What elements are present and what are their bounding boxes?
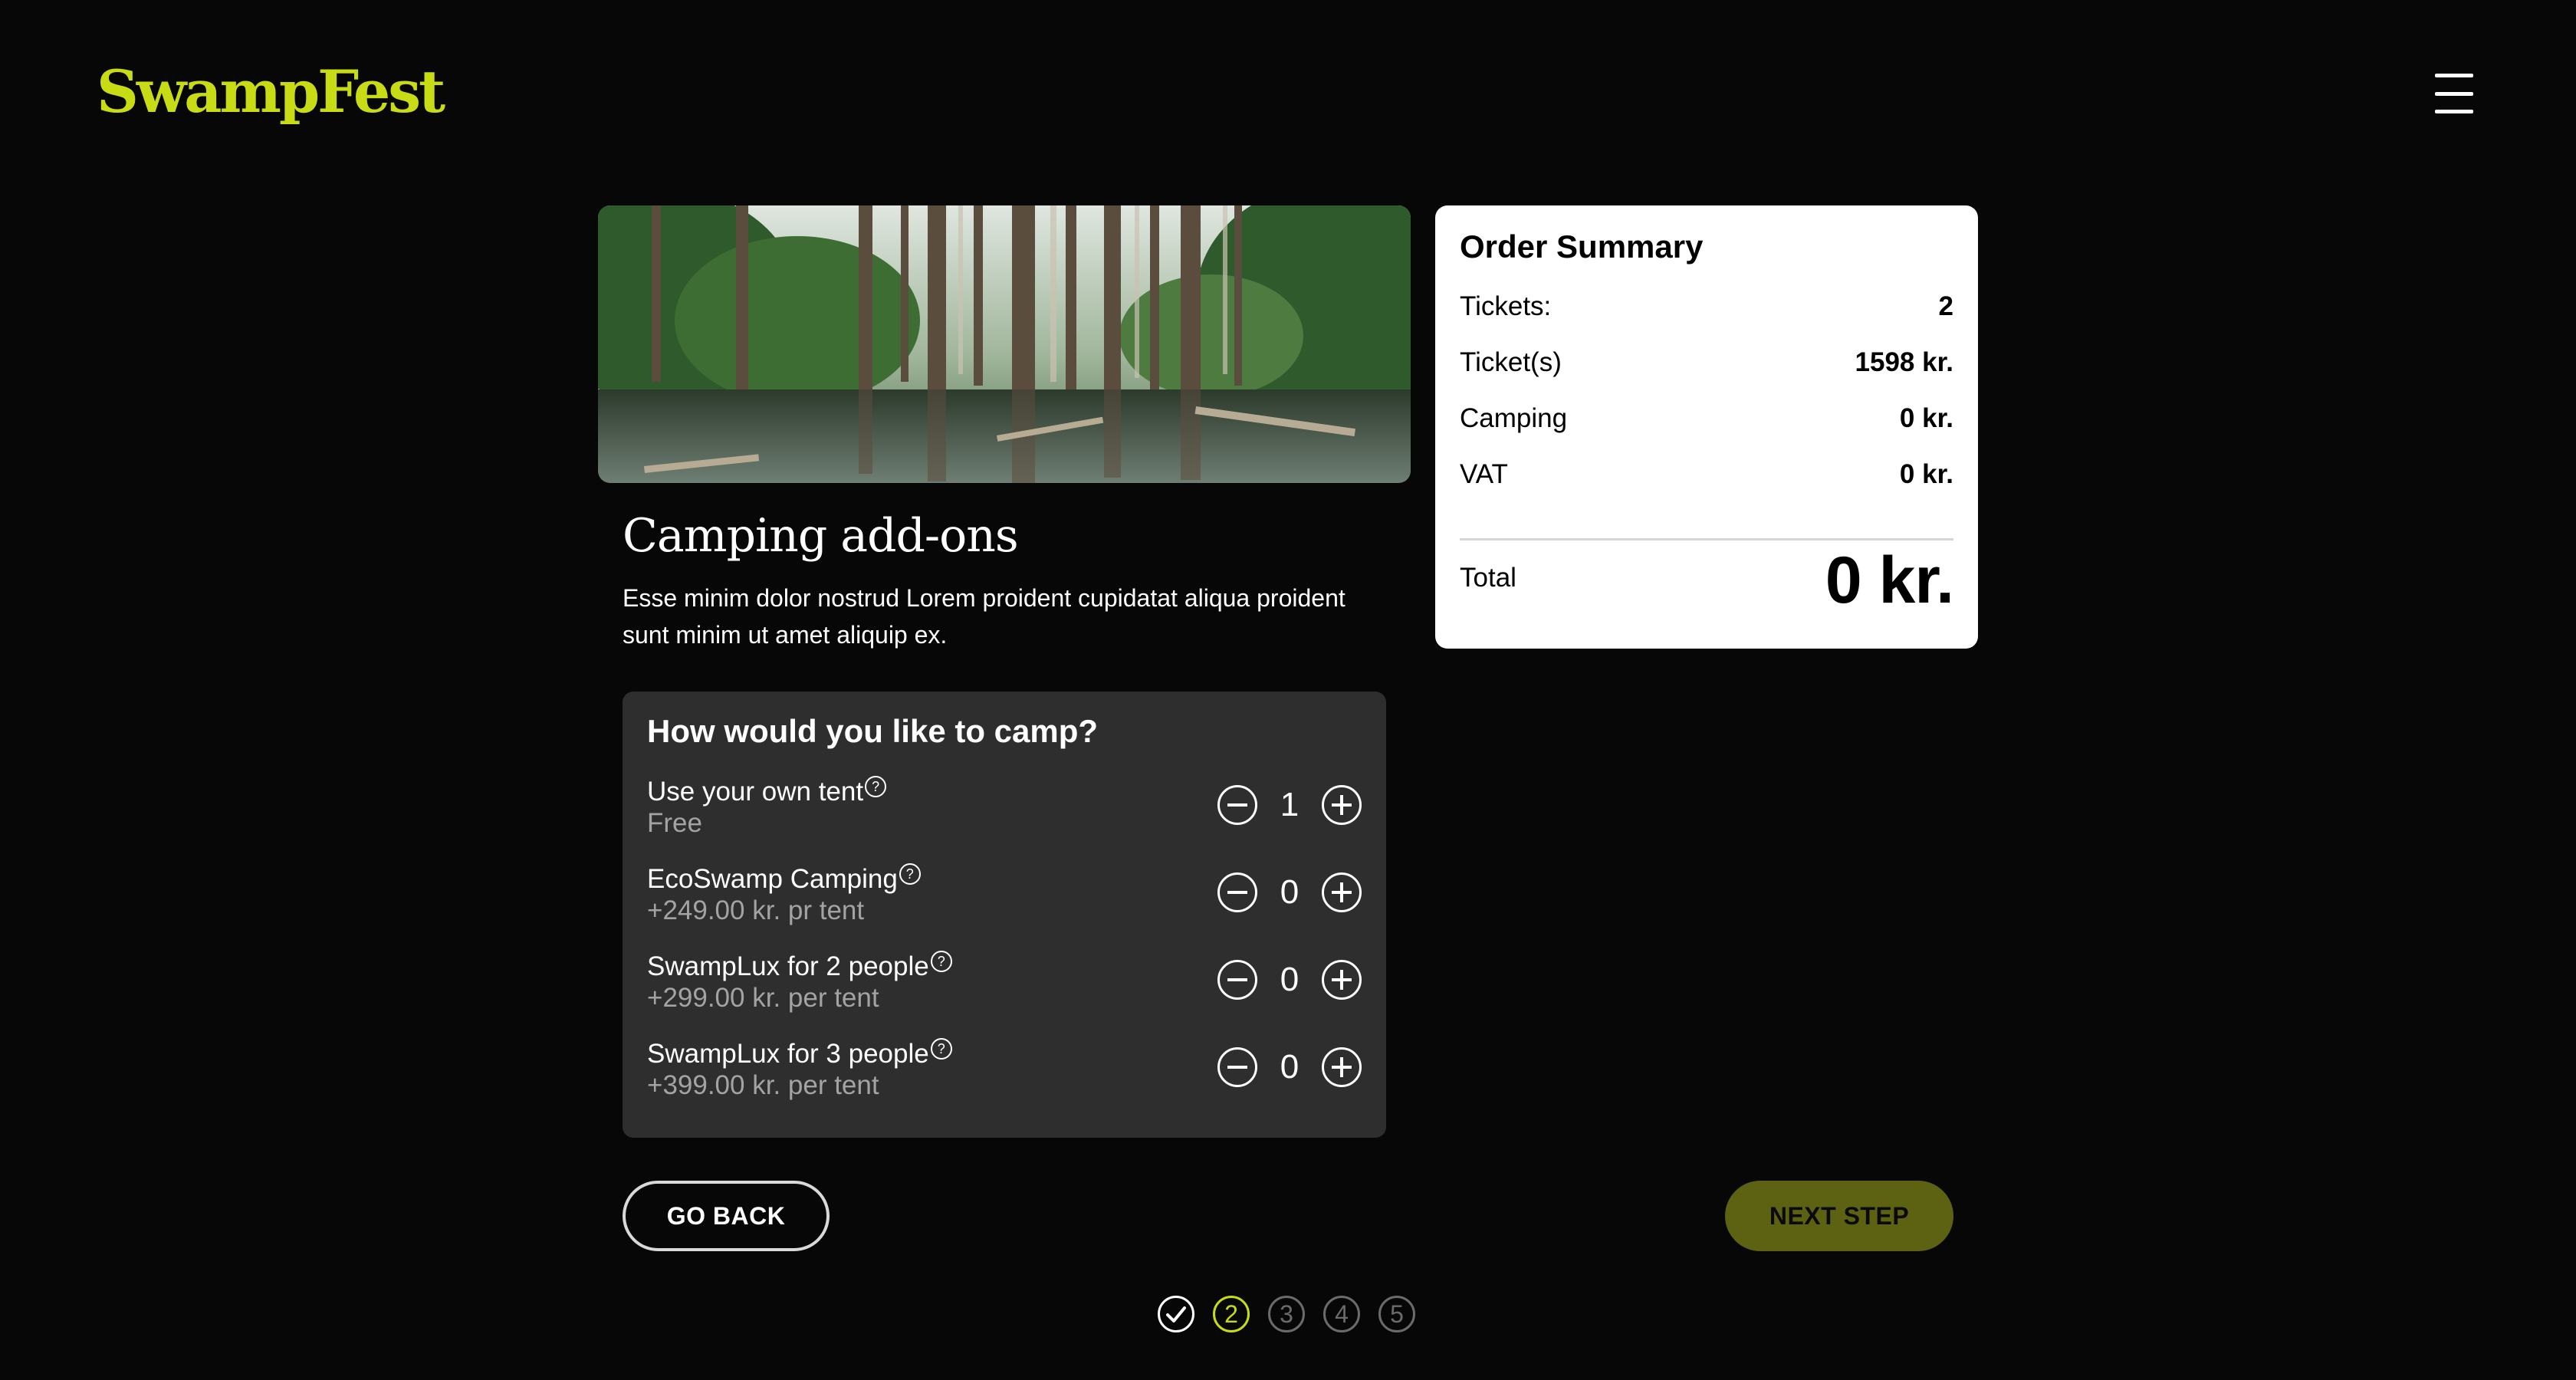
total-value: 0 kr. [1825, 544, 1954, 617]
summary-row-vat: VAT 0 kr. [1460, 459, 1953, 498]
summary-value: 1598 kr. [1855, 347, 1953, 377]
hamburger-menu-icon[interactable] [2435, 74, 2473, 113]
increment-icon[interactable] [1322, 960, 1362, 1000]
summary-row-camping: Camping 0 kr. [1460, 403, 1953, 442]
decrement-icon[interactable] [1217, 785, 1257, 825]
summary-row-tickets-count: Tickets: 2 [1460, 291, 1953, 330]
summary-row-tickets-price: Ticket(s) 1598 kr. [1460, 347, 1953, 386]
option-name: Use your own tent [647, 777, 864, 807]
camping-option-swamplux-2: SwampLux for 2 people? +299.00 kr. per t… [647, 951, 1362, 1024]
summary-value: 2 [1938, 291, 1953, 321]
quantity-value: 0 [1280, 961, 1300, 998]
section-description: Esse minim dolor nostrud Lorem proident … [623, 584, 1346, 649]
camping-panel-title: How would you like to camp? [647, 713, 1099, 749]
quantity-stepper: 1 [1217, 785, 1362, 831]
quantity-value: 0 [1280, 1048, 1300, 1086]
increment-icon[interactable] [1322, 785, 1362, 825]
camping-option-swamplux-3: SwampLux for 3 people? +399.00 kr. per t… [647, 1038, 1362, 1112]
quantity-stepper: 0 [1217, 1047, 1362, 1093]
increment-icon[interactable] [1322, 872, 1362, 912]
swamp-forest-illustration [598, 205, 1411, 483]
step-4: 4 [1323, 1296, 1360, 1332]
camping-option-price: Free [647, 808, 702, 838]
option-name: SwampLux for 3 people [647, 1039, 929, 1069]
help-icon[interactable]: ? [899, 863, 921, 885]
quantity-value: 1 [1280, 786, 1300, 823]
menu-line [2435, 110, 2473, 113]
checkmark-icon [1166, 1306, 1186, 1322]
camping-option-price: +249.00 kr. pr tent [647, 895, 865, 925]
quantity-stepper: 0 [1217, 872, 1362, 918]
step-1-completed [1158, 1296, 1194, 1332]
step-5: 5 [1378, 1296, 1415, 1332]
order-summary-card: Order Summary Tickets: 2 Ticket(s) 1598 … [1435, 205, 1978, 649]
camping-option-label: SwampLux for 2 people? [647, 951, 952, 982]
camping-option-price: +299.00 kr. per tent [647, 983, 879, 1013]
summary-label: VAT [1460, 459, 1508, 489]
menu-line [2435, 74, 2473, 77]
decrement-icon[interactable] [1217, 1047, 1257, 1087]
menu-line [2435, 91, 2473, 96]
swampfest-logo[interactable]: SwampFest [97, 63, 445, 121]
help-icon[interactable]: ? [930, 951, 952, 972]
summary-value: 0 kr. [1899, 403, 1953, 433]
decrement-icon[interactable] [1217, 872, 1257, 912]
camping-option-label: EcoSwamp Camping? [647, 863, 921, 895]
step-progress-indicator: 2 3 4 5 [1158, 1296, 1418, 1332]
camping-option-ecoswamp: EcoSwamp Camping? +249.00 kr. pr tent 0 [647, 863, 1362, 937]
camping-option-label: Use your own tent? [647, 776, 887, 807]
total-label: Total [1460, 563, 1516, 593]
camping-option-label: SwampLux for 3 people? [647, 1038, 952, 1070]
section-title: Camping add-ons [623, 509, 1019, 563]
quantity-value: 0 [1280, 873, 1300, 911]
camping-options-panel: How would you like to camp? Use your own… [623, 692, 1386, 1138]
next-step-button[interactable]: NEXT STEP [1725, 1181, 1953, 1251]
camping-option-own-tent: Use your own tent? Free 1 [647, 776, 1362, 849]
option-name: EcoSwamp Camping [647, 864, 898, 894]
summary-divider [1460, 538, 1953, 540]
summary-value: 0 kr. [1899, 459, 1953, 489]
camping-option-price: +399.00 kr. per tent [647, 1070, 879, 1100]
step-3: 3 [1268, 1296, 1305, 1332]
hero-swamp-image [598, 205, 1411, 483]
help-icon[interactable]: ? [930, 1038, 952, 1060]
summary-label: Camping [1460, 403, 1568, 433]
help-icon[interactable]: ? [865, 776, 887, 797]
option-name: SwampLux for 2 people [647, 951, 929, 981]
decrement-icon[interactable] [1217, 960, 1257, 1000]
summary-label: Tickets: [1460, 291, 1552, 321]
go-back-button[interactable]: GO BACK [623, 1181, 830, 1251]
summary-label: Ticket(s) [1460, 347, 1562, 377]
order-summary-title: Order Summary [1460, 228, 1704, 264]
quantity-stepper: 0 [1217, 960, 1362, 1006]
step-2-current: 2 [1213, 1296, 1250, 1332]
increment-icon[interactable] [1322, 1047, 1362, 1087]
